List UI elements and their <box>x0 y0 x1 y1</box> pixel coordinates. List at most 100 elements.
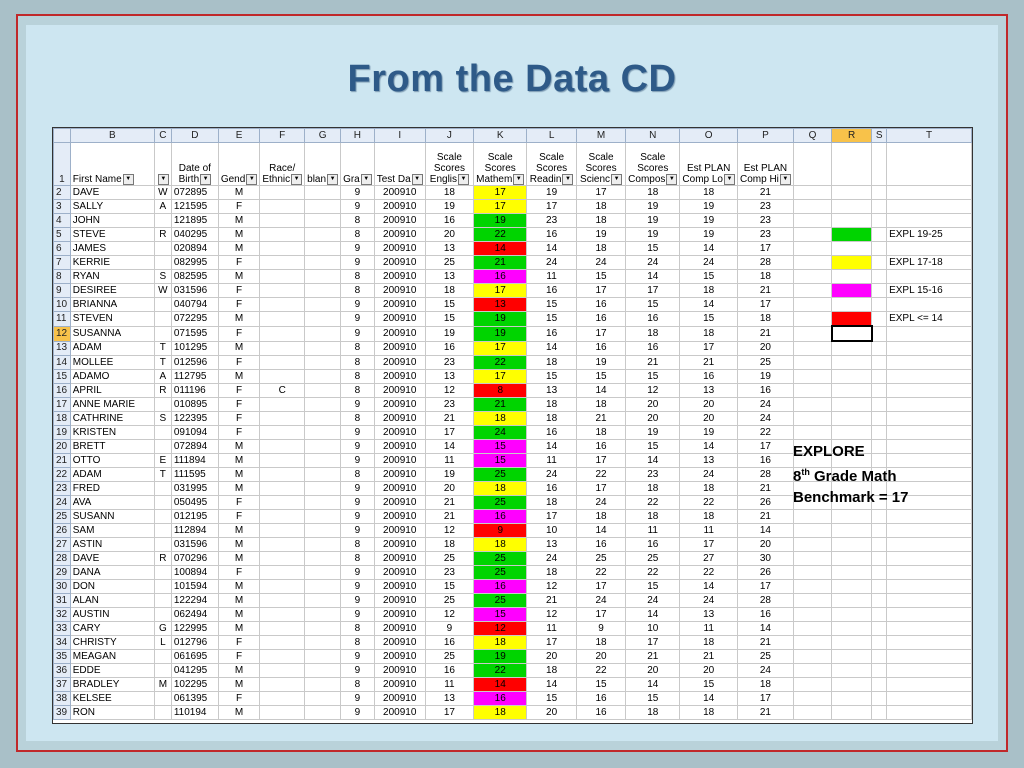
cell-c[interactable] <box>153 425 172 440</box>
cell-birth[interactable]: 072895 <box>170 185 219 200</box>
cell-math[interactable]: 21 <box>473 397 528 412</box>
cell-composite[interactable]: 25 <box>625 551 681 566</box>
cell-blank[interactable] <box>304 677 342 692</box>
cell-plan-high[interactable]: 16 <box>736 453 794 468</box>
cell-plan-high[interactable]: 18 <box>736 677 794 692</box>
legend-swatch[interactable] <box>831 705 873 720</box>
cell-first-name[interactable]: ASTIN <box>69 537 155 552</box>
cell-s[interactable] <box>871 705 888 720</box>
cell-reading[interactable]: 15 <box>526 691 577 706</box>
cell-s[interactable] <box>871 593 888 608</box>
cell-grade[interactable]: 9 <box>340 523 375 538</box>
cell-math[interactable]: 19 <box>473 325 528 342</box>
cell-test-date[interactable]: 200910 <box>373 705 426 720</box>
cell-science[interactable]: 24 <box>575 255 627 270</box>
cell-english[interactable]: 18 <box>424 537 475 552</box>
row-header[interactable]: 28 <box>53 551 71 566</box>
cell-s[interactable] <box>871 355 888 370</box>
cell-s[interactable] <box>871 297 888 312</box>
cell-test-date[interactable]: 200910 <box>373 621 426 636</box>
cell-reading[interactable]: 14 <box>526 241 577 256</box>
cell-c[interactable] <box>153 255 172 270</box>
cell-science[interactable]: 16 <box>575 311 627 327</box>
cell-composite[interactable]: 15 <box>625 241 681 256</box>
cell-reading[interactable]: 16 <box>526 325 577 342</box>
cell-race[interactable] <box>259 705 306 720</box>
cell-plan-high[interactable]: 30 <box>736 551 794 566</box>
cell-c[interactable]: W <box>153 185 172 200</box>
cell-gender[interactable]: F <box>217 397 261 412</box>
cell-test-date[interactable]: 200910 <box>373 397 426 412</box>
cell-gender[interactable]: M <box>217 537 261 552</box>
cell-plan-low[interactable]: 13 <box>679 383 738 398</box>
row-header[interactable]: 1 <box>53 142 71 186</box>
cell-s[interactable] <box>871 199 888 214</box>
cell-plan-high[interactable]: 14 <box>736 523 794 538</box>
cell-s[interactable] <box>871 241 888 256</box>
legend-label[interactable] <box>886 635 972 650</box>
column-header-r[interactable]: R <box>831 128 873 143</box>
cell-science[interactable]: 17 <box>575 453 627 468</box>
cell-reading[interactable]: 14 <box>526 677 577 692</box>
cell-grade[interactable]: 9 <box>340 691 375 706</box>
row-header[interactable]: 38 <box>53 691 71 706</box>
cell-plan-low[interactable]: 20 <box>679 397 738 412</box>
row-header[interactable]: 4 <box>53 213 71 228</box>
cell-birth[interactable]: 112894 <box>170 523 219 538</box>
legend-swatch[interactable] <box>831 691 873 706</box>
legend-label[interactable] <box>886 241 972 256</box>
cell-math[interactable]: 17 <box>473 283 528 298</box>
cell-plan-high[interactable]: 17 <box>736 297 794 312</box>
cell-gender[interactable]: M <box>217 311 261 327</box>
cell-gender[interactable]: M <box>217 185 261 200</box>
cell-science[interactable]: 15 <box>575 677 627 692</box>
cell-birth[interactable]: 012596 <box>170 355 219 370</box>
cell-test-date[interactable]: 200910 <box>373 227 426 242</box>
cell-c[interactable]: T <box>153 355 172 370</box>
row-header[interactable]: 16 <box>53 383 71 398</box>
cell-composite[interactable]: 14 <box>625 269 681 284</box>
cell-birth[interactable]: 011196 <box>170 383 219 398</box>
legend-label[interactable] <box>886 509 972 524</box>
cell-s[interactable] <box>871 649 888 664</box>
cell-first-name[interactable]: SUSANN <box>69 509 155 524</box>
cell-plan-high[interactable]: 28 <box>736 255 794 270</box>
cell-c[interactable] <box>153 311 172 327</box>
cell-math[interactable]: 18 <box>473 537 528 552</box>
cell-test-date[interactable]: 200910 <box>373 467 426 482</box>
cell-s[interactable] <box>871 607 888 622</box>
legend-label[interactable] <box>886 340 972 356</box>
cell-plan-high[interactable]: 16 <box>736 383 794 398</box>
cell-c[interactable]: L <box>153 635 172 650</box>
legend-swatch[interactable] <box>831 425 873 440</box>
column-header-m[interactable]: M <box>575 128 627 143</box>
cell-english[interactable]: 15 <box>424 297 475 312</box>
header-test-date[interactable]: Test Da ▼ <box>373 142 426 186</box>
cell-reading[interactable]: 15 <box>526 297 577 312</box>
cell-birth[interactable]: 010895 <box>170 397 219 412</box>
cell-english[interactable]: 17 <box>424 425 475 440</box>
cell-composite[interactable]: 18 <box>625 481 681 496</box>
select-all-corner[interactable] <box>53 128 71 143</box>
cell-first-name[interactable]: DAVE <box>69 551 155 566</box>
cell-test-date[interactable]: 200910 <box>373 411 426 426</box>
cell-math[interactable]: 14 <box>473 677 528 692</box>
cell-race[interactable] <box>259 607 306 622</box>
cell-composite[interactable]: 19 <box>625 425 681 440</box>
cell-plan-low[interactable]: 27 <box>679 551 738 566</box>
cell-science[interactable]: 19 <box>575 227 627 242</box>
cell-c[interactable]: G <box>153 621 172 636</box>
cell-race[interactable] <box>259 537 306 552</box>
row-header[interactable]: 11 <box>53 311 71 327</box>
cell-english[interactable]: 13 <box>424 269 475 284</box>
cell-math[interactable]: 14 <box>473 241 528 256</box>
cell-blank[interactable] <box>304 439 342 454</box>
cell-math[interactable]: 25 <box>473 593 528 608</box>
cell-plan-high[interactable]: 21 <box>736 283 794 298</box>
cell-plan-high[interactable]: 16 <box>736 607 794 622</box>
cell-science[interactable]: 16 <box>575 340 627 356</box>
legend-swatch[interactable] <box>831 241 873 256</box>
cell-s[interactable] <box>871 369 888 384</box>
legend-label[interactable] <box>886 425 972 440</box>
column-header-h[interactable]: H <box>340 128 375 143</box>
